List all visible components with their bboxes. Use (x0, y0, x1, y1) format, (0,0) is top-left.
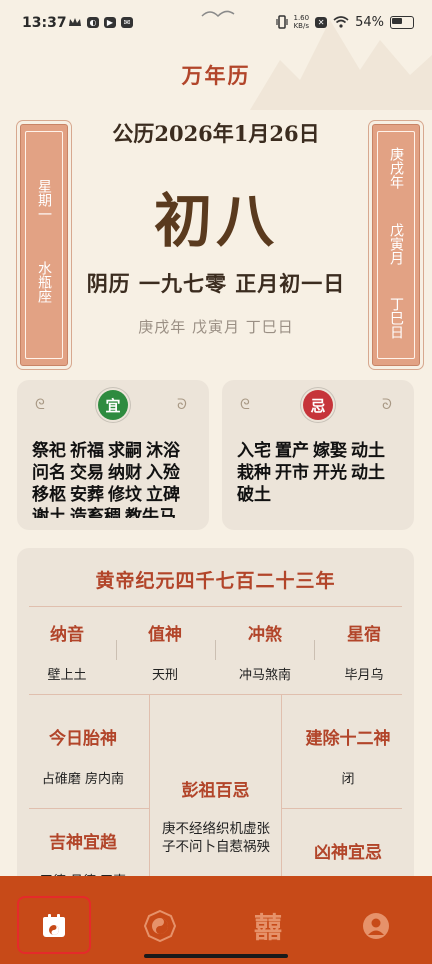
ji-item: 破土 (237, 485, 271, 505)
ji-item: 开光 (313, 463, 347, 483)
cloud-swirl-icon: ᘐ (382, 397, 392, 413)
jianchu-title: 建除十二神 (305, 729, 391, 749)
yi-item: 移柩 (32, 485, 66, 505)
yi-item: 立碑 (146, 485, 180, 505)
ji-item: 置产 (275, 441, 309, 461)
day-ganzhi: 丁巳日 (388, 297, 404, 339)
era-title: 黄帝纪元四千七百二十三年 (95, 570, 336, 592)
ji-item: 动土 (351, 463, 385, 483)
yi-item: 沐浴 (146, 441, 180, 461)
year-ganzhi: 庚戌年 (388, 147, 404, 189)
crown-icon (69, 18, 81, 26)
ji-item: 栽种 (237, 463, 271, 483)
weekday-label: 星期一 (36, 179, 52, 221)
taishen-title: 今日胎神 (49, 729, 117, 749)
ji-list: 入宅 置产 嫁娶 动土栽种 开市 开光 动土破土 (237, 440, 407, 518)
jianchu-value: 闭 (341, 772, 355, 787)
cloud-swirl-icon: ᘐ (177, 397, 187, 413)
yi-list: 祭祀 祈福 求嗣 沐浴问名 交易 纳财 入殓移柩 安葬 修坟 立碑谢土 造畜稠 教牛马 (32, 440, 202, 518)
ji-badge: 忌 (303, 390, 333, 420)
right-banner: 庚戌年 戊寅月 丁巳日 (372, 124, 420, 366)
ji-item: 嫁娶 (313, 441, 347, 461)
mountain-decoration (250, 20, 432, 110)
xingxiu-title: 星宿 (347, 625, 381, 645)
nayin-value: 壁上土 (47, 668, 87, 683)
status-time: 13:37 (22, 15, 67, 31)
yi-item: 祈福 (70, 441, 104, 461)
selected-nav-highlight (17, 896, 91, 954)
yi-item: 教牛马 (125, 507, 176, 518)
yi-item: 求嗣 (108, 441, 142, 461)
yi-item: 谢土 (32, 507, 66, 518)
yi-item: 造畜稠 (70, 507, 121, 518)
zhishen-value: 天刑 (151, 668, 178, 683)
yi-item: 安葬 (70, 485, 104, 505)
bird-decoration-icon (201, 10, 235, 18)
yi-item: 交易 (70, 463, 104, 483)
nav-bagua[interactable] (130, 896, 190, 956)
left-banner: 星期一 水瓶座 (20, 124, 68, 366)
ji-item: 开市 (275, 463, 309, 483)
yi-item: 修坟 (108, 485, 142, 505)
xingxiu-value: 毕月乌 (344, 668, 384, 683)
ji-card[interactable]: ᘓ 忌 ᘐ 入宅 置产 嫁娶 动土栽种 开市 开光 动土破土 (222, 380, 414, 530)
yi-item: 纳财 (108, 463, 142, 483)
nav-double-happiness[interactable]: 囍 (238, 896, 298, 956)
zodiac-label: 水瓶座 (36, 261, 52, 303)
pengzu-value: 庚不经络织机虚张子不问卜自惹祸殃 (162, 821, 270, 855)
taishen-value: 占碓磨 房内南 (41, 772, 125, 787)
app-notification-icon: ◐ (87, 17, 99, 28)
nav-profile[interactable] (346, 896, 406, 956)
zhishen-title: 值神 (148, 625, 182, 645)
yin-yang-icon (143, 909, 177, 943)
ji-item: 入宅 (237, 441, 271, 461)
yi-item: 入殓 (146, 463, 180, 483)
yi-item: 祭祀 (32, 441, 66, 461)
ji-item: 动土 (351, 441, 385, 461)
cloud-swirl-icon: ᘓ (35, 397, 45, 413)
jishen-title: 吉神宜趋 (49, 833, 117, 853)
almanac-details: 黄帝纪元四千七百二十三年 纳音 壁上土 值神 天刑 冲煞 冲马煞南 星宿 毕月乌… (17, 548, 414, 888)
chongsha-value: 冲马煞南 (238, 668, 291, 683)
mail-notification-icon: ✉ (121, 17, 133, 28)
cloud-swirl-icon: ᘓ (240, 397, 250, 413)
play-notification-icon: ▶ (104, 17, 116, 28)
nayin-title: 纳音 (50, 625, 84, 645)
gesture-bar[interactable] (144, 954, 288, 958)
user-icon (363, 913, 389, 939)
yi-badge: 宜 (98, 390, 128, 420)
yi-item: 问名 (32, 463, 66, 483)
double-happiness-icon: 囍 (253, 911, 282, 944)
pengzu-title: 彭祖百忌 (181, 781, 250, 801)
chongsha-title: 冲煞 (248, 625, 282, 645)
app-title: 万年历 (181, 63, 251, 88)
notification-icons: ◐ ▶ ✉ (68, 17, 133, 28)
month-ganzhi: 戊寅月 (388, 223, 404, 265)
xiongshen-title: 凶神宜忌 (314, 843, 382, 863)
yi-card[interactable]: ᘓ 宜 ᘐ 祭祀 祈福 求嗣 沐浴问名 交易 纳财 入殓移柩 安葬 修坟 立碑谢土 造畜稠 教牛马 (17, 380, 209, 530)
